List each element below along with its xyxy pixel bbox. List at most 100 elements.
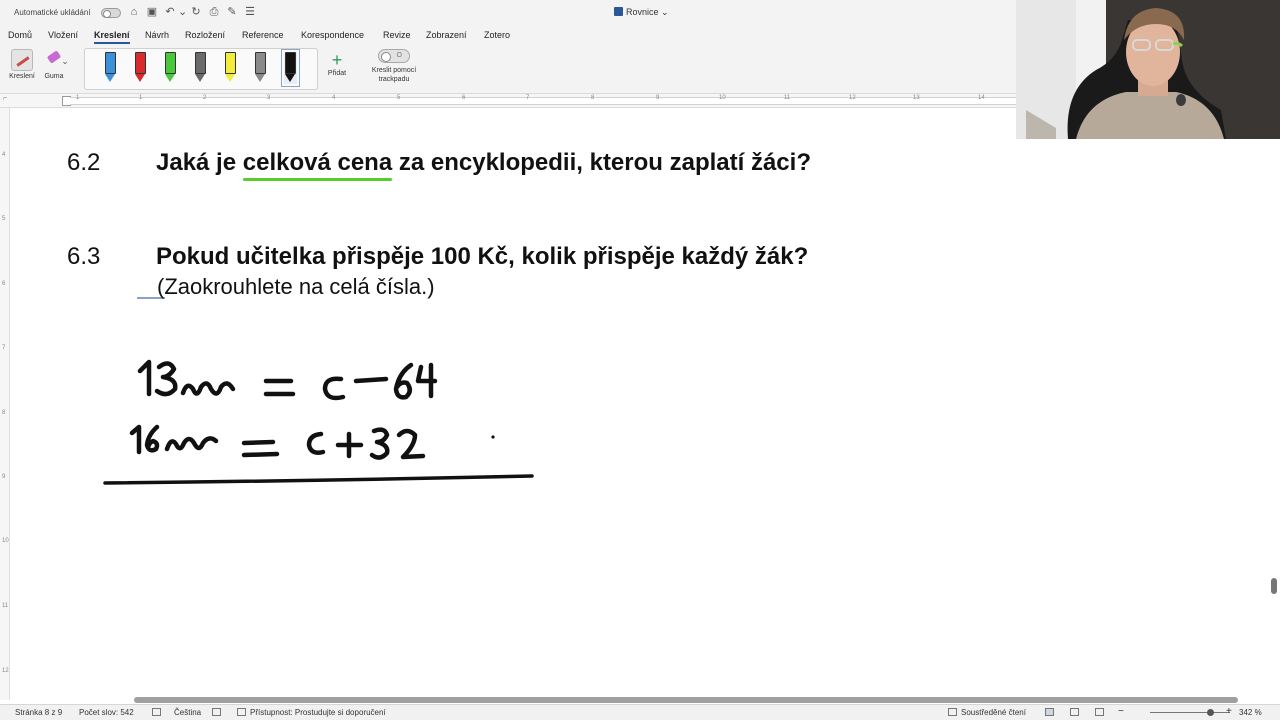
undo-dropdown-icon[interactable]: ⌄ [178, 6, 187, 18]
undo-icon[interactable]: ↶ [164, 6, 176, 18]
ruler-number: 1 [139, 95, 143, 101]
add-pen-button[interactable]: + Přidat [322, 50, 352, 77]
ruler-number: 3 [267, 95, 271, 101]
pen-black[interactable] [281, 49, 300, 87]
proofing-icon[interactable] [152, 708, 165, 717]
toggle-off-glyph: O [396, 52, 402, 59]
draw-button[interactable]: Kreslení [7, 49, 37, 80]
pen-gray[interactable] [254, 52, 267, 84]
pen-red[interactable] [134, 52, 147, 84]
tab-domu[interactable]: Domů [8, 30, 32, 40]
proofing-icon-shape [152, 708, 161, 716]
document-title[interactable]: Rovnice ⌄ [614, 7, 669, 18]
tab-vlozeni[interactable]: Vložení [48, 30, 78, 40]
language[interactable]: Čeština [174, 708, 201, 717]
word-icon [614, 7, 623, 16]
pen-body [135, 52, 146, 74]
focus-mode[interactable]: Soustředěné čtení [948, 708, 1026, 717]
tab-reference[interactable]: Reference [242, 30, 284, 40]
webcam-person-image [1016, 0, 1280, 139]
ruler-number: 7 [2, 345, 6, 351]
add-pen-label: Přidat [327, 70, 347, 77]
trackpad-toggle-switch[interactable]: O [378, 49, 410, 63]
pen-green[interactable] [164, 52, 177, 84]
vertical-scrollbar[interactable] [1268, 108, 1280, 698]
ink-minus [353, 376, 389, 384]
tab-kresleni[interactable]: Kreslení [94, 30, 130, 44]
ruler-number: 14 [978, 95, 985, 101]
pen-gallery [84, 48, 318, 90]
ink-letter-c [306, 431, 326, 455]
zoom-out-icon[interactable]: − [1118, 706, 1124, 717]
ink-letter-c [322, 376, 346, 401]
redo-icon[interactable]: ↻ [190, 6, 202, 18]
ruler-number: 9 [2, 474, 6, 480]
tab-korespondence[interactable]: Korespondence [301, 30, 364, 40]
ruler-number: 12 [2, 668, 9, 674]
highlighter-yellow[interactable] [224, 52, 237, 84]
ink-digit-4 [415, 362, 438, 399]
web-layout-view-icon[interactable] [1070, 708, 1083, 717]
print-icon[interactable]: ⎙ [208, 6, 220, 18]
tab-revize[interactable]: Revize [383, 30, 411, 40]
focus-icon [948, 708, 957, 716]
pen-tip [285, 74, 295, 82]
trackpad-label: Kreslit pomocí trackpadu [371, 67, 417, 83]
ruler-number: 4 [2, 152, 6, 158]
eraser-dropdown-icon[interactable]: ⌄ [61, 55, 69, 67]
document-title-text: Rovnice [626, 7, 659, 17]
pen-body [225, 52, 236, 74]
zoom-in-icon[interactable]: + [1226, 706, 1232, 717]
horizontal-scrollbar[interactable] [0, 696, 1268, 704]
chevron-down-icon: ⌄ [661, 7, 669, 17]
home-icon[interactable]: ⌂ [128, 6, 140, 18]
print-layout-view-icon[interactable] [1045, 708, 1058, 717]
horizontal-ruler[interactable]: ⌐ 1 1 2 3 4 5 6 7 8 9 10 11 12 13 14 [0, 94, 1016, 108]
ink-dot [491, 435, 495, 439]
webcam-overlay [1016, 0, 1280, 139]
tab-navrh[interactable]: Návrh [145, 30, 169, 40]
pen-tip [105, 74, 115, 82]
pen-tip [255, 74, 265, 82]
accessibility-status[interactable]: Přístupnost: Prostudujte si doporučení [237, 708, 386, 717]
zoom-slider-knob[interactable] [1207, 709, 1214, 716]
ruler-number: 13 [913, 95, 920, 101]
pen-tip [135, 74, 145, 82]
ruler-number: 6 [462, 95, 466, 101]
pen-body [105, 52, 116, 74]
tab-stop-icon[interactable]: ⌐ [3, 95, 7, 102]
zoom-level[interactable]: 342 % [1239, 708, 1262, 717]
ink-digit-6 [393, 362, 414, 400]
document-page[interactable]: 6.2 Jaká je celková cena za encyklopedii… [11, 109, 1269, 697]
ruler-number: 5 [2, 216, 6, 222]
save-icon[interactable]: ▣ [146, 6, 158, 18]
draw-icon [11, 49, 33, 71]
ruler-number: 5 [397, 95, 401, 101]
ruler-number: 10 [719, 95, 726, 101]
tab-zobrazeni[interactable]: Zobrazení [426, 30, 467, 40]
draw-with-trackpad-toggle[interactable]: O Kreslit pomocí trackpadu [366, 49, 422, 84]
tab-rozlozeni[interactable]: Rozložení [185, 30, 225, 40]
pen-blue[interactable] [104, 52, 117, 84]
vertical-scroll-thumb[interactable] [1271, 578, 1277, 594]
plus-icon: + [331, 50, 343, 70]
word-count[interactable]: Počet slov: 542 [79, 708, 134, 717]
vertical-ruler: 4 5 6 7 8 9 10 11 12 [0, 108, 10, 700]
ink-plus [335, 431, 364, 459]
zoom-slider[interactable] [1150, 712, 1230, 713]
pen-tip [165, 74, 175, 82]
print-layout-icon-shape [1045, 708, 1054, 716]
language-settings-icon[interactable] [212, 708, 225, 717]
pen-body [285, 52, 296, 74]
accessibility-icon [237, 708, 246, 716]
ruler-number: 10 [2, 538, 9, 544]
draw-pen-icon[interactable]: ✎ [226, 6, 238, 18]
tab-zotero[interactable]: Zotero [484, 30, 510, 40]
pen-gray-pencil[interactable] [194, 52, 207, 84]
horizontal-scroll-thumb[interactable] [134, 697, 1238, 703]
customize-toolbar-icon[interactable]: ☰ [244, 6, 256, 18]
autosave-toggle[interactable] [101, 8, 121, 18]
page-indicator[interactable]: Stránka 8 z 9 [15, 708, 62, 717]
ruler-number: 1 [76, 95, 80, 101]
read-mode-view-icon[interactable] [1095, 708, 1108, 717]
